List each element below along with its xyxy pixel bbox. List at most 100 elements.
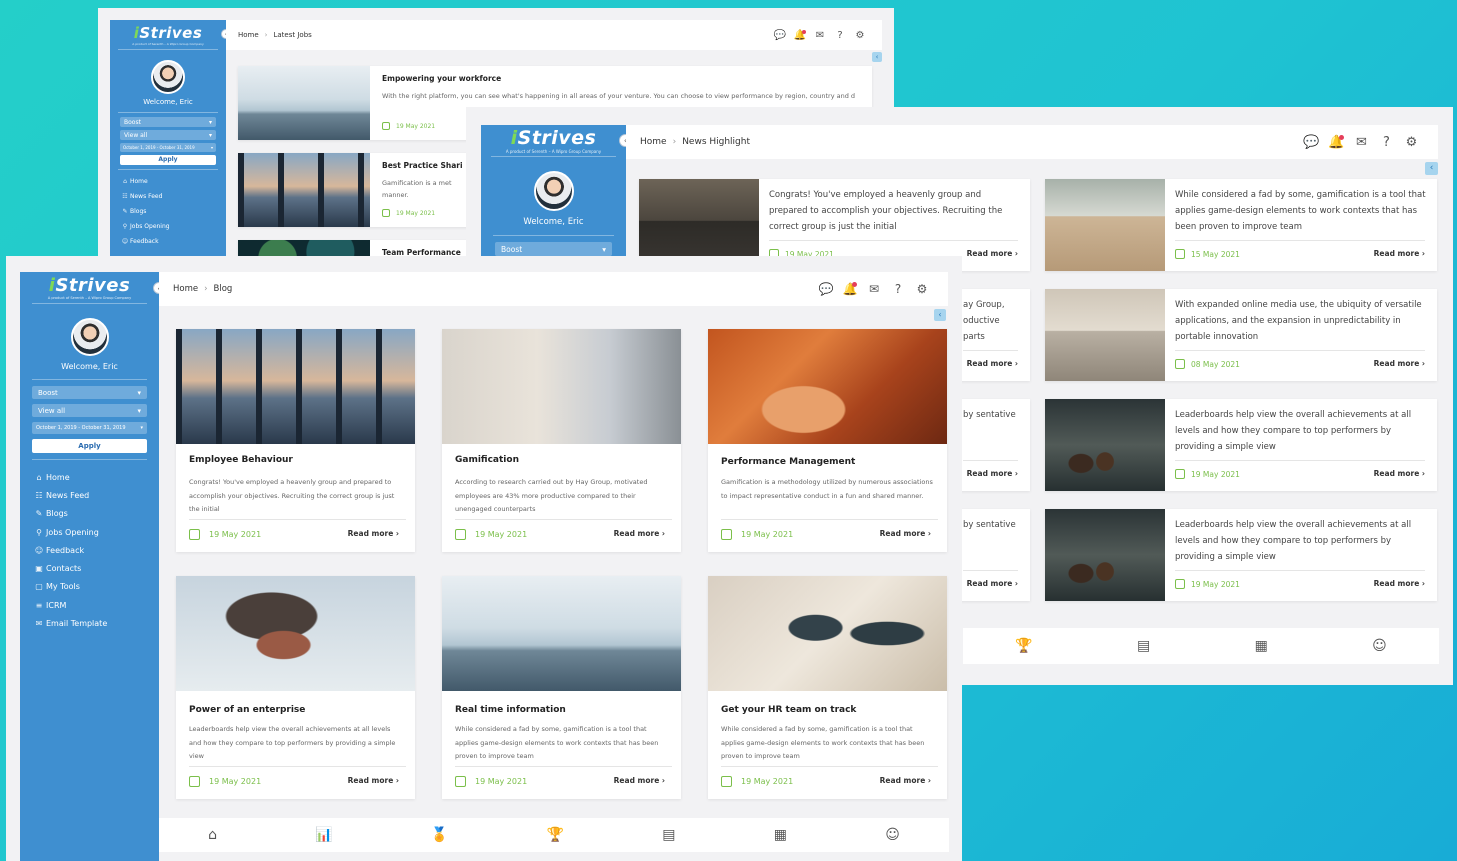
logo: iStrives A product of Serenth – A Wipro … [491,125,616,157]
boost-select[interactable]: Boost ▾ [495,242,612,256]
bell-icon[interactable]: 🔔 [838,282,862,296]
boost-select[interactable]: Boost ▾ [32,386,147,399]
nav-item-feedback[interactable]: ☺ Feedback [120,234,208,249]
news-image [1045,509,1165,601]
help-icon[interactable]: ? [1374,135,1399,150]
nav-item-jobs-opening[interactable]: ⚲ Jobs Opening [32,523,147,541]
topbar: Home › News Highlight 💬 🔔 ✉ ? ⚙ [626,125,1438,159]
nav-item-blogs[interactable]: ✎ Blogs [32,505,147,523]
blog-card[interactable]: Get your HR team on track While consider… [708,576,947,799]
date-range-select[interactable]: October 1, 2019 - October 31, 2019 ▾ [120,143,216,152]
read-more-link[interactable]: Read more › [967,359,1018,368]
news-item[interactable]: While considered a fad by some, gamifica… [1045,179,1437,271]
nav-item-feedback[interactable]: ☺ Feedback [32,541,147,559]
nav-item-my-tools[interactable]: ▢ My Tools [32,578,147,596]
date-label: 19 May 2021 [721,529,793,540]
report-icon[interactable]: ▤ [662,827,675,843]
read-more-link[interactable]: Read more › [1374,469,1425,478]
read-more-link[interactable]: Read more › [614,776,665,785]
trophy-icon[interactable]: 🏆 [547,827,564,843]
read-more-link[interactable]: Read more › [1374,249,1425,258]
trophy-icon[interactable]: 🏆 [1015,638,1032,654]
panel-toggle-button[interactable]: ‹ [1425,162,1438,175]
read-more-link[interactable]: Read more › [880,529,931,538]
calendar-icon [189,529,200,540]
view-all-select[interactable]: View all ▾ [32,404,147,417]
calendar-icon[interactable]: ▦ [774,827,787,843]
read-more-link[interactable]: Read more › [348,529,399,538]
apply-button[interactable]: Apply [120,155,216,165]
bell-icon[interactable]: 🔔 [790,29,810,41]
blog-card[interactable]: Real time information While considered a… [442,576,681,799]
job-image [238,153,370,227]
news-item[interactable]: With expanded online media use, the ubiq… [1045,289,1437,381]
blog-image [442,576,681,691]
read-more-link[interactable]: Read more › [967,579,1018,588]
mail-icon[interactable]: ✉ [1349,135,1374,150]
calendar-icon [721,529,732,540]
window-blog: iStrives A product of Serenth – A Wipro … [6,256,962,861]
nav-item-email-template[interactable]: ✉ Email Template [32,614,147,632]
date-range-select[interactable]: October 1, 2019 - October 31, 2019 ▾ [32,422,147,434]
apply-button[interactable]: Apply [32,439,147,453]
nav-item-home[interactable]: ⌂ Home [120,174,208,189]
nav-item-icrm[interactable]: ≡ ICRM [32,596,147,614]
help-icon[interactable]: ? [830,30,850,41]
news-item[interactable]: Leaderboards help view the overall achie… [1045,509,1437,601]
nav-item-news-feed[interactable]: ☷ News Feed [32,486,147,504]
help-icon[interactable]: ? [886,282,910,296]
bell-icon[interactable]: 🔔 [1324,134,1349,150]
news-image [1045,399,1165,491]
read-more-link[interactable]: Read more › [880,776,931,785]
blog-image [176,329,415,444]
blog-card[interactable]: Performance Management Gamification is a… [708,329,947,552]
mail-icon[interactable]: ✉ [810,30,830,41]
nav-item-blogs[interactable]: ✎ Blogs [120,204,208,219]
chat-icon[interactable]: 💬 [1299,135,1324,150]
report-icon[interactable]: ▤ [1137,638,1150,654]
boost-select[interactable]: Boost ▾ [120,117,216,127]
blog-card[interactable]: Power of an enterprise Leaderboards help… [176,576,415,799]
read-more-link[interactable]: Read more › [1374,359,1425,368]
smiley-icon[interactable]: ☺ [1372,638,1387,654]
read-more-link[interactable]: Read more › [967,249,1018,258]
read-more-link[interactable]: Read more › [348,776,399,785]
chat-icon[interactable]: 💬 [770,30,790,41]
breadcrumb: Home › Blog [173,284,233,294]
view-all-select[interactable]: View all ▾ [120,130,216,140]
chat-icon[interactable]: 💬 [814,282,838,296]
read-more-link[interactable]: Read more › [614,529,665,538]
nav-item-home[interactable]: ⌂ Home [32,468,147,486]
panel-toggle-button[interactable]: ‹ [872,52,882,62]
date-label: 19 May 2021 [721,776,793,787]
read-more-link[interactable]: Read more › [967,469,1018,478]
home-icon[interactable]: ⌂ [208,827,217,843]
settings-icon[interactable]: ⚙ [1399,135,1424,150]
bottom-nav: ⌂ 📊 🏅 🏆 ▤ ▦ ☺ [159,818,949,852]
calendar-icon [382,209,390,217]
mail-icon[interactable]: ✉ [862,282,886,296]
blog-card[interactable]: Gamification According to research carri… [442,329,681,552]
avatar [533,171,574,211]
calendar-icon [721,776,732,787]
chart-icon[interactable]: 📊 [315,827,332,843]
panel-toggle-button[interactable]: ‹ [934,309,946,321]
news-image [1045,289,1165,381]
email-template-icon: ✉ [35,619,43,629]
topbar: Home › Latest Jobs 💬 🔔 ✉ ? ⚙ [226,20,882,50]
badge-icon[interactable]: 🏅 [431,827,448,843]
briefcase-icon: ⚲ [122,223,128,230]
nav-item-jobs-opening[interactable]: ⚲ Jobs Opening [120,219,208,234]
news-icon: ☷ [35,490,43,500]
date-label: 19 May 2021 [382,209,435,217]
read-more-link[interactable]: Read more › [1374,579,1425,588]
settings-icon[interactable]: ⚙ [850,30,870,41]
news-item[interactable]: Leaderboards help view the overall achie… [1045,399,1437,491]
calendar-icon[interactable]: ▦ [1255,638,1268,654]
blog-card[interactable]: Employee Behaviour Congrats! You've empl… [176,329,415,552]
smiley-icon[interactable]: ☺ [885,827,900,843]
settings-icon[interactable]: ⚙ [910,282,934,296]
nav-item-contacts[interactable]: ▣ Contacts [32,559,147,577]
blog-icon: ✎ [35,509,43,519]
nav-item-news-feed[interactable]: ☷ News Feed [120,189,208,204]
